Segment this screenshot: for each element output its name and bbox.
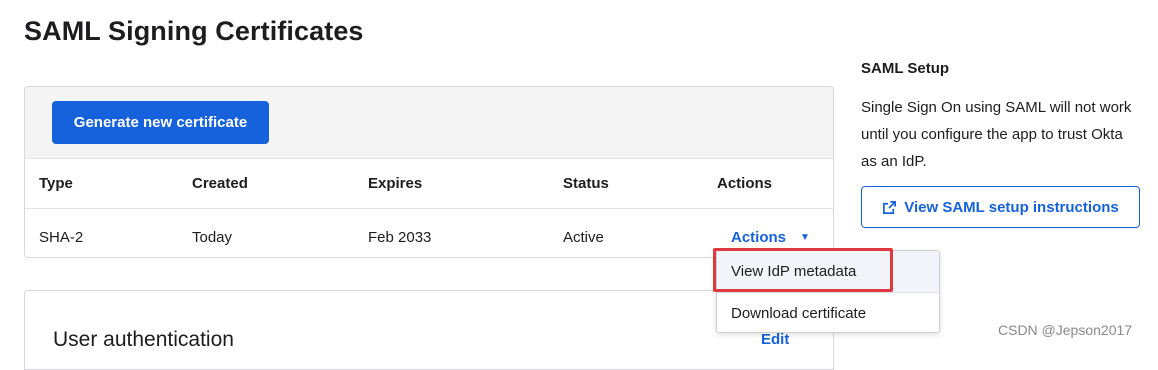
column-header-type: Type [39, 175, 73, 192]
view-saml-setup-instructions-button[interactable]: View SAML setup instructions [861, 186, 1140, 228]
view-saml-setup-instructions-label: View SAML setup instructions [904, 198, 1119, 216]
saml-setup-heading: SAML Setup [861, 60, 950, 77]
external-link-icon [883, 200, 897, 214]
user-authentication-title: User authentication [53, 328, 234, 351]
cell-type: SHA-2 [39, 229, 84, 246]
column-header-expires: Expires [368, 175, 423, 192]
column-header-created: Created [192, 175, 248, 192]
actions-dropdown-toggle[interactable]: Actions ▼ [731, 229, 810, 246]
certificates-toolbar: Generate new certificate [25, 87, 833, 159]
menu-item-view-idp-metadata[interactable]: View IdP metadata [717, 251, 939, 292]
table-row: SHA-2 Today Feb 2033 Active Actions ▼ [25, 209, 833, 257]
table-header: Type Created Expires Status Actions [25, 159, 833, 209]
column-header-status: Status [563, 175, 609, 192]
actions-label: Actions [731, 229, 787, 246]
generate-certificate-button[interactable]: Generate new certificate [52, 101, 269, 144]
certificates-card: Generate new certificate Type Created Ex… [24, 86, 834, 258]
column-header-actions: Actions [717, 175, 773, 192]
user-authentication-card: User authentication Edit [24, 290, 834, 370]
cell-status: Active [563, 229, 604, 246]
cell-expires: Feb 2033 [368, 229, 432, 246]
watermark: CSDN @Jepson2017 [998, 322, 1133, 338]
page-title: SAML Signing Certificates [24, 16, 364, 46]
caret-down-icon: ▼ [800, 232, 810, 243]
actions-menu: View IdP metadata Download certificate [716, 250, 940, 333]
saml-setup-description: Single Sign On using SAML will not work … [861, 99, 1132, 170]
menu-item-download-certificate[interactable]: Download certificate [717, 293, 939, 334]
cell-created: Today [192, 229, 233, 246]
